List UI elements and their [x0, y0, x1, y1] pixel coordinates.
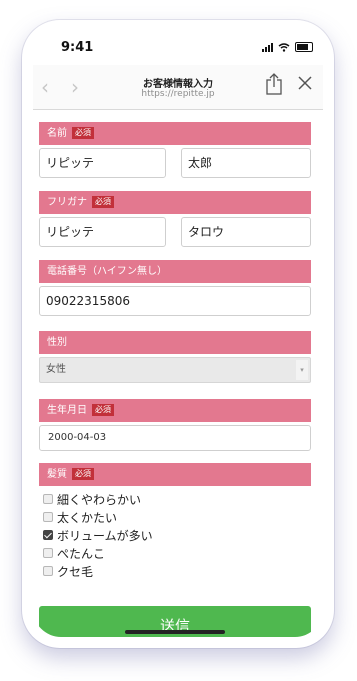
battery-icon: [295, 42, 313, 52]
hair-option-label: ボリュームが多い: [57, 528, 153, 543]
checkbox-checked[interactable]: [43, 530, 53, 540]
close-icon[interactable]: [297, 75, 313, 91]
phone-section-header: 電話番号（ハイフン無し）: [39, 260, 311, 283]
chevron-down-icon: ▾: [296, 360, 308, 380]
first-name-input[interactable]: 太郎: [181, 148, 311, 178]
browser-nav-bar: ‹ › お客様情報入力 https://repitte.jp: [33, 65, 323, 110]
status-time: 9:41: [61, 40, 94, 55]
hair-label: 髪質: [47, 469, 67, 480]
phone-screen: 9:41 ‹ › お客様情報入力 https://repitte.jp 名前 必…: [33, 31, 323, 637]
last-name-input[interactable]: リピッテ: [39, 148, 166, 178]
last-name-kana-input[interactable]: リピッテ: [39, 217, 166, 247]
required-badge: 必須: [72, 468, 94, 480]
share-icon[interactable]: [263, 72, 285, 96]
birthday-label: 生年月日: [47, 405, 87, 416]
hair-option-thick[interactable]: 太くかたい: [43, 508, 117, 526]
signal-icon: [262, 42, 273, 52]
hair-option-flat[interactable]: ぺたんこ: [43, 544, 105, 562]
phone-frame: 9:41 ‹ › お客様情報入力 https://repitte.jp 名前 必…: [22, 20, 334, 648]
birthday-input[interactable]: 2000-04-03: [39, 425, 311, 451]
status-icons: [262, 42, 313, 52]
hair-option-label: 細くやわらかい: [57, 492, 142, 507]
first-name-kana-input[interactable]: タロウ: [181, 217, 311, 247]
required-badge: 必須: [72, 127, 94, 139]
hair-option-label: 太くかたい: [57, 510, 118, 525]
hair-option-curly[interactable]: クセ毛: [43, 562, 93, 580]
checkbox[interactable]: [43, 566, 53, 576]
checkbox[interactable]: [43, 548, 53, 558]
gender-label: 性別: [47, 337, 67, 348]
hair-option-label: ぺたんこ: [57, 546, 106, 561]
wifi-icon: [278, 42, 290, 52]
status-bar: 9:41: [33, 31, 323, 61]
gender-selected-value: 女性: [46, 364, 66, 375]
required-badge: 必須: [92, 404, 114, 416]
checkbox[interactable]: [43, 512, 53, 522]
hair-section-header: 髪質 必須: [39, 463, 311, 486]
hair-option-soft[interactable]: 細くやわらかい: [43, 490, 141, 508]
required-badge: 必須: [92, 196, 114, 208]
phone-label: 電話番号（ハイフン無し）: [47, 266, 167, 277]
furigana-section-header: フリガナ 必須: [39, 191, 311, 214]
name-section-header: 名前 必須: [39, 122, 311, 145]
name-label: 名前: [47, 128, 67, 139]
gender-section-header: 性別: [39, 331, 311, 354]
birthday-section-header: 生年月日 必須: [39, 399, 311, 422]
furigana-label: フリガナ: [47, 197, 87, 208]
form-content: 名前 必須 リピッテ 太郎 フリガナ 必須 リピッテ タロウ 電話番号（ハイフン無し…: [33, 110, 323, 637]
hair-option-label: クセ毛: [57, 564, 94, 579]
hair-option-volume[interactable]: ボリュームが多い: [43, 526, 153, 544]
home-indicator: [125, 630, 225, 634]
gender-select[interactable]: 女性 ▾: [39, 357, 311, 383]
phone-input[interactable]: 09022315806: [39, 286, 311, 316]
checkbox[interactable]: [43, 494, 53, 504]
